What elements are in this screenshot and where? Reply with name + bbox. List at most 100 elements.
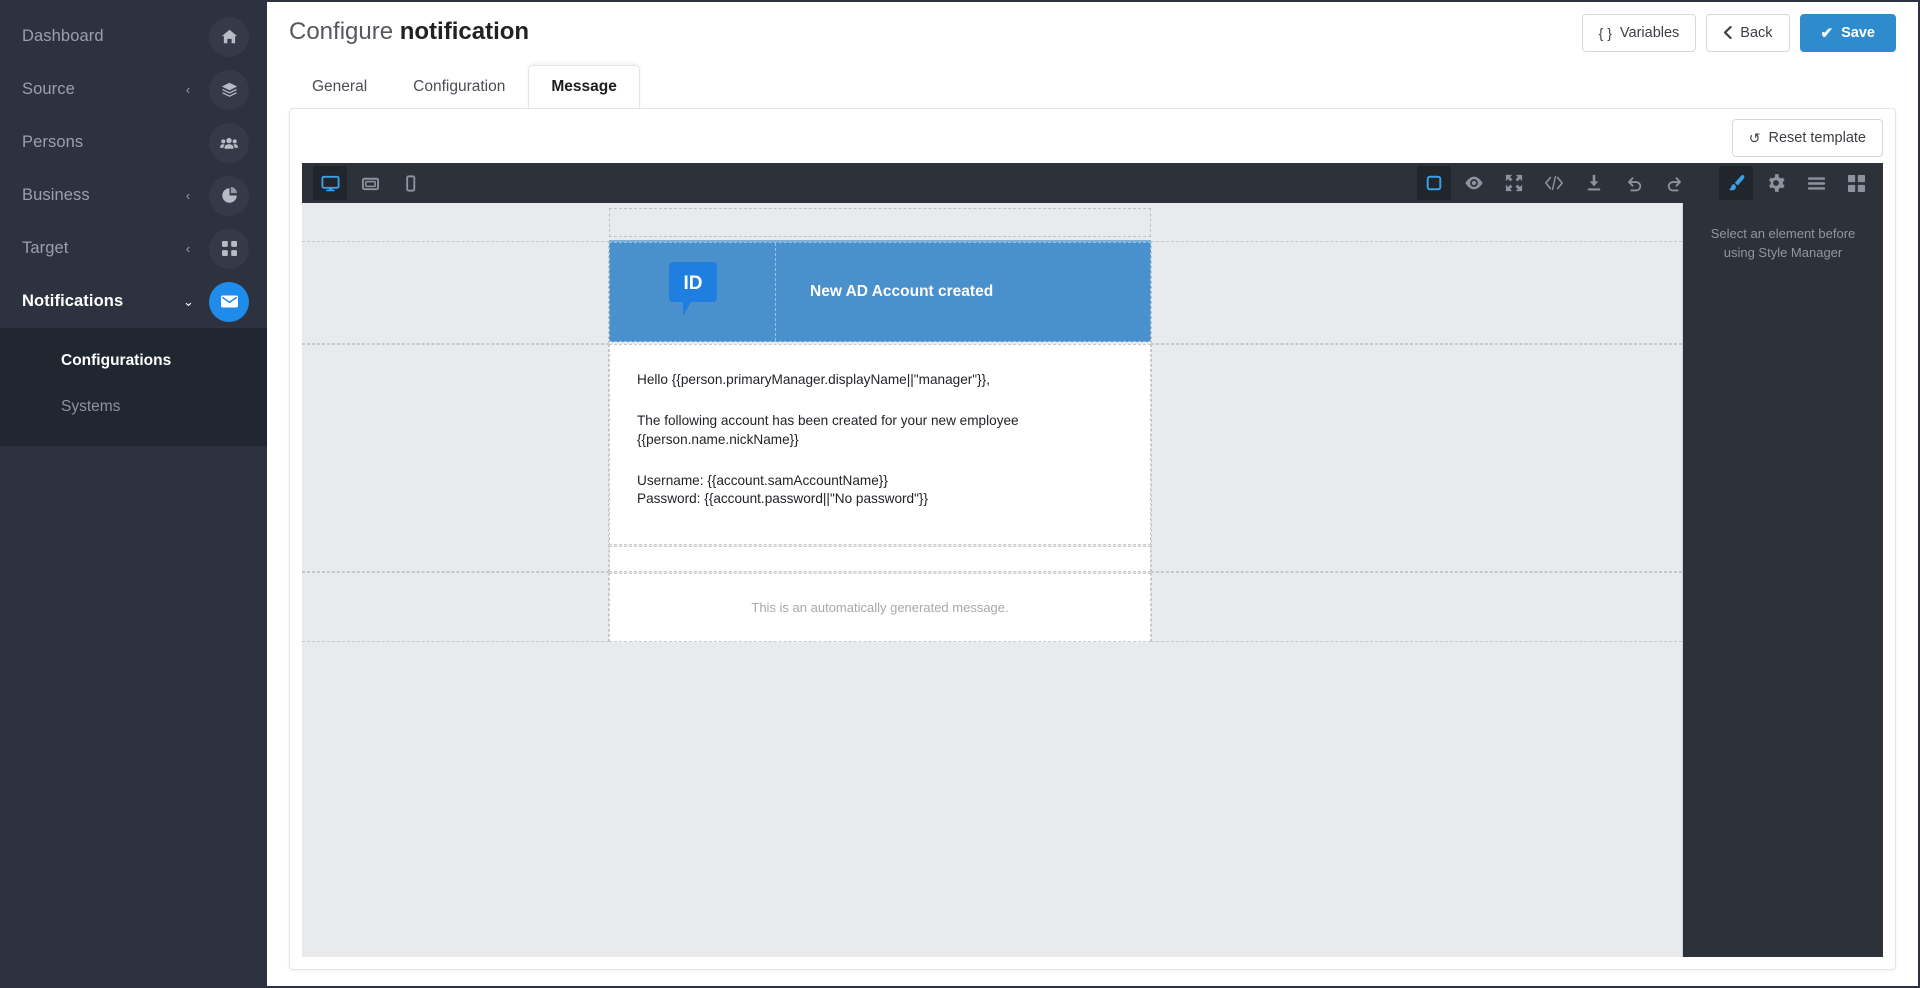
tab-message[interactable]: Message <box>528 65 640 108</box>
email-body-line-3[interactable]: Username: {{account.samAccountName}} <box>637 472 1123 490</box>
sidebar-item-notifications[interactable]: Notifications ⌄ <box>0 275 267 328</box>
editor-body: ID New AD Account created Hello {{person… <box>302 203 1883 957</box>
sidebar-item-configurations[interactable]: Configurations <box>0 338 267 384</box>
braces-icon: { } <box>1598 25 1612 41</box>
id-logo-icon: ID <box>668 262 717 322</box>
preview-eye-icon[interactable] <box>1457 166 1491 200</box>
svg-text:ID: ID <box>683 273 702 294</box>
email-footer-text: This is an automatically generated messa… <box>751 600 1009 615</box>
canvas-top-row <box>302 203 1682 241</box>
email-body-block[interactable]: Hello {{person.primaryManager.displayNam… <box>609 344 1151 545</box>
email-spacer-block[interactable] <box>609 546 1151 572</box>
sidebar-item-label: Source <box>22 80 75 98</box>
redo-icon[interactable] <box>1657 166 1691 200</box>
email-body-line-1[interactable]: Hello {{person.primaryManager.displayNam… <box>637 371 1123 389</box>
grid-cell[interactable] <box>302 344 609 572</box>
grid-cell[interactable] <box>1151 241 1682 344</box>
sidebar-item-target[interactable]: Target ‹ <box>0 222 267 275</box>
editor-tools <box>1414 166 1883 200</box>
save-button-label: Save <box>1841 25 1875 41</box>
chevron-left-icon: ‹ <box>185 188 191 203</box>
grid-cell[interactable] <box>1151 572 1682 642</box>
main-area: Configure notification { } Variables Bac… <box>267 0 1920 988</box>
editor-toolbar <box>302 163 1883 203</box>
page-title-prefix: Configure <box>289 18 400 45</box>
grid-icon <box>209 228 249 269</box>
device-switcher <box>310 166 430 200</box>
variables-button[interactable]: { } Variables <box>1581 14 1697 52</box>
sidebar-item-persons[interactable]: Persons <box>0 116 267 169</box>
envelope-icon <box>209 281 249 322</box>
sidebar-item-source[interactable]: Source ‹ <box>0 63 267 116</box>
page-title: Configure notification <box>289 18 529 46</box>
pie-chart-icon <box>209 175 249 216</box>
grid-cell[interactable] <box>302 572 609 642</box>
email-body-line-2[interactable]: The following account has been created f… <box>637 412 1123 449</box>
home-icon <box>209 16 249 57</box>
email-logo-cell[interactable]: ID <box>610 243 776 341</box>
email-header-block[interactable]: ID New AD Account created <box>609 242 1151 342</box>
blocks-grid-icon[interactable] <box>1839 166 1873 200</box>
import-icon[interactable] <box>1577 166 1611 200</box>
sidebar-item-label: Dashboard <box>22 27 104 45</box>
page-surface: Configure notification { } Variables Bac… <box>267 2 1918 986</box>
layers-icon <box>209 69 249 110</box>
desktop-view-icon[interactable] <box>313 166 347 200</box>
email-template-canvas: ID New AD Account created Hello {{person… <box>302 203 1682 957</box>
email-footer-block[interactable]: This is an automatically generated messa… <box>609 573 1151 642</box>
tab-label: Configuration <box>413 78 506 95</box>
tab-label: General <box>312 78 368 95</box>
message-panel: ↺ Reset template ID New AD Account creat… <box>289 108 1896 970</box>
fullscreen-icon[interactable] <box>1497 166 1531 200</box>
style-manager-empty-message: Select an element before using Style Man… <box>1710 226 1856 260</box>
chevron-down-icon: ⌄ <box>183 294 194 309</box>
grid-cell[interactable] <box>1151 344 1682 572</box>
sidebar-item-label: Business <box>22 186 90 204</box>
chevron-left-icon <box>1723 25 1732 41</box>
tab-configuration[interactable]: Configuration <box>390 65 528 108</box>
reset-template-label: Reset template <box>1768 130 1866 146</box>
layer-manager-icon[interactable] <box>1799 166 1833 200</box>
save-button[interactable]: ✔ Save <box>1799 14 1896 52</box>
sidebar-subitem-label: Configurations <box>61 352 172 369</box>
sidebar: Dashboard Source ‹ Persons Business ‹ Ta… <box>0 0 267 988</box>
sidebar-submenu-notifications: Configurations Systems <box>0 328 267 446</box>
settings-gear-icon[interactable] <box>1759 166 1793 200</box>
sidebar-item-business[interactable]: Business ‹ <box>0 169 267 222</box>
sidebar-subitem-label: Systems <box>61 398 121 415</box>
tab-general[interactable]: General <box>289 65 390 108</box>
variables-button-label: Variables <box>1619 25 1680 41</box>
app-root: Dashboard Source ‹ Persons Business ‹ Ta… <box>0 0 1920 988</box>
sidebar-item-label: Persons <box>22 133 84 151</box>
style-manager-brush-icon[interactable] <box>1719 166 1753 200</box>
users-icon <box>209 122 249 163</box>
tab-bar: General Configuration Message <box>289 65 640 108</box>
email-body-line-4[interactable]: Password: {{account.password||"No passwo… <box>637 490 1123 508</box>
undo-icon: ↺ <box>1748 130 1761 146</box>
back-button-label: Back <box>1740 25 1773 41</box>
check-icon: ✔ <box>1820 24 1834 42</box>
reset-template-button[interactable]: ↺ Reset template <box>1731 119 1883 157</box>
code-view-icon[interactable] <box>1537 166 1571 200</box>
mobile-view-icon[interactable] <box>393 166 427 200</box>
email-header-title[interactable]: New AD Account created <box>776 243 1150 341</box>
grid-cell[interactable] <box>302 241 609 344</box>
sidebar-item-label: Notifications <box>22 292 124 310</box>
header-actions: { } Variables Back ✔ Save <box>1581 14 1896 52</box>
template-editor: ID New AD Account created Hello {{person… <box>302 163 1883 957</box>
sidebar-item-systems[interactable]: Systems <box>0 384 267 430</box>
chevron-left-icon: ‹ <box>185 82 191 97</box>
borders-toggle-icon[interactable] <box>1417 166 1451 200</box>
back-button[interactable]: Back <box>1706 14 1790 52</box>
page-title-strong: notification <box>399 18 530 45</box>
style-manager-panel: Select an element before using Style Man… <box>1683 203 1883 957</box>
sidebar-item-label: Target <box>22 239 69 257</box>
tablet-view-icon[interactable] <box>353 166 387 200</box>
sidebar-item-dashboard[interactable]: Dashboard <box>0 10 267 63</box>
panel-toolbar: ↺ Reset template <box>290 109 1895 163</box>
undo-icon[interactable] <box>1617 166 1651 200</box>
empty-drop-zone[interactable] <box>609 208 1151 237</box>
template-canvas[interactable]: ID New AD Account created Hello {{person… <box>302 203 1683 957</box>
chevron-left-icon: ‹ <box>185 241 191 256</box>
page-header: Configure notification { } Variables Bac… <box>267 2 1918 64</box>
